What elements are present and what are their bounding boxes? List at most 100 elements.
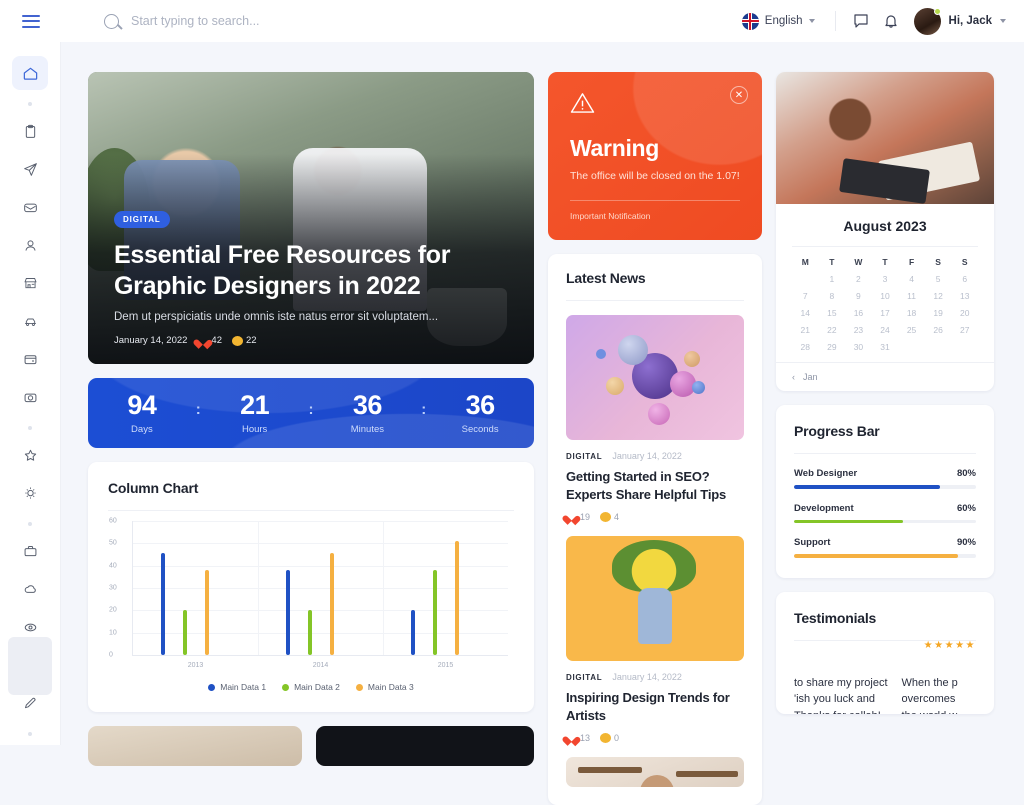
sidebar-item-cloud[interactable] (12, 572, 48, 606)
chart-legend-item[interactable]: Main Data 3 (355, 682, 414, 692)
calendar-day[interactable]: 6 (951, 274, 978, 284)
list-item[interactable]: DIGITAL January 14, 2022 Inspiring Desig… (566, 536, 744, 743)
calendar-day[interactable]: 1 (819, 274, 846, 284)
calendar-day[interactable]: 12 (925, 291, 952, 301)
sidebar-item-user[interactable] (12, 228, 48, 262)
comment-count: 4 (614, 511, 620, 522)
sidebar-item-wallet[interactable] (12, 342, 48, 376)
user-menu[interactable]: Hi, Jack (913, 7, 1006, 35)
chart-legend-item[interactable]: Main Data 1 (208, 682, 266, 692)
calendar-body: August 2023 M T W T F S S 1 2 3 4 5 6 7 8 9 10 11 12 13 14 15… (776, 204, 994, 391)
testimonials-carousel[interactable]: to share my project 'ish you luck and Th… (794, 675, 976, 714)
news-title: Getting Started in SEO? Experts Share He… (566, 469, 726, 502)
bell-icon[interactable] (876, 6, 906, 36)
comment-counter[interactable]: 22 (232, 335, 257, 346)
sidebar-item-send[interactable] (12, 152, 48, 186)
progress-bar-row: Development 60% (794, 503, 976, 523)
news-category: DIGITAL (566, 451, 603, 461)
like-counter[interactable]: 13 (566, 732, 590, 743)
comment-counter[interactable]: 0 (600, 732, 619, 743)
calendar-day[interactable]: 11 (898, 291, 925, 301)
progress-bar-fill (794, 554, 958, 558)
calendar-day[interactable]: 16 (845, 308, 872, 318)
calendar-day[interactable]: 3 (872, 274, 899, 284)
calendar-day[interactable]: 10 (872, 291, 899, 301)
list-item[interactable]: DIGITAL January 14, 2022 Getting Started… (566, 315, 744, 522)
close-icon[interactable]: ✕ (730, 86, 748, 104)
calendar-day[interactable]: 7 (792, 291, 819, 301)
calendar-prev-month[interactable]: ‹ Jan (776, 362, 994, 391)
chart-bar (204, 570, 209, 655)
sidebar-item-car[interactable] (12, 304, 48, 338)
calendar-day[interactable]: 2 (845, 274, 872, 284)
calendar-day[interactable]: 14 (792, 308, 819, 318)
chart-y-tick: 20 (109, 606, 117, 614)
language-selector[interactable]: English (732, 12, 825, 30)
sidebar-scrollbar[interactable] (8, 637, 52, 695)
latest-news-title: Latest News (566, 270, 646, 286)
calendar-day[interactable]: 13 (951, 291, 978, 301)
progress-bar-row: Support 90% (794, 537, 976, 558)
calendar-day[interactable]: 23 (845, 325, 872, 335)
countdown-days: 94 Days (111, 391, 173, 435)
calendar-day[interactable]: 20 (951, 308, 978, 318)
calendar-day[interactable]: 21 (792, 325, 819, 335)
rating-stars: ★★★★★ (923, 639, 976, 651)
chart-legend-item[interactable]: Main Data 2 (282, 682, 340, 692)
calendar-day[interactable]: 5 (925, 274, 952, 284)
bottom-card-right[interactable] (316, 726, 534, 766)
legend-label: Main Data 1 (220, 682, 267, 692)
featured-article-card[interactable]: DIGITAL Essential Free Resources for Gra… (88, 72, 534, 364)
calendar-day[interactable]: 19 (925, 308, 952, 318)
sidebar-item-camera[interactable] (12, 380, 48, 414)
comment-counter[interactable]: 4 (600, 511, 620, 522)
progress-bar-label: Web Designer (794, 468, 858, 479)
column-chart-card: Column Chart 60 50 40 30 20 10 0 2013 2014 2015 M… (88, 462, 534, 712)
heart-icon (197, 335, 208, 346)
list-item[interactable] (566, 757, 744, 788)
sidebar-item-star[interactable] (12, 438, 48, 472)
progress-bar-list: Web Designer 80% Development 60% Support 90% (794, 468, 976, 558)
calendar-day[interactable]: 9 (845, 291, 872, 301)
progress-bar-row: Web Designer 80% (794, 468, 976, 489)
chart-bar (160, 553, 165, 655)
sidebar-divider-dot (28, 426, 32, 430)
progress-bar-value: 80% (956, 468, 976, 479)
calendar-day[interactable]: 18 (898, 308, 925, 318)
calendar-day[interactable]: 31 (872, 342, 899, 352)
like-counter[interactable]: 42 (197, 335, 222, 346)
global-search (104, 13, 732, 29)
calendar-day[interactable]: 28 (792, 342, 819, 352)
calendar-day[interactable]: 15 (819, 308, 846, 318)
calendar-day[interactable]: 26 (925, 325, 952, 335)
middle-column: ✕ Warning The office will be closed on t… (548, 72, 762, 805)
calendar-weekday: M (801, 257, 809, 267)
chart-gridline (133, 565, 508, 567)
like-counter[interactable]: 19 (566, 511, 590, 522)
sidebar-item-shop[interactable] (12, 266, 48, 300)
calendar-day[interactable]: 30 (845, 342, 872, 352)
calendar-blank (792, 274, 819, 284)
calendar-grid: M T W T F S S 1 2 3 4 5 6 7 8 9 10 11 12 13 14 15 16 17 18 19 20 21… (792, 257, 978, 352)
sidebar-item-bulb[interactable] (12, 476, 48, 510)
calendar-day[interactable]: 17 (872, 308, 899, 318)
countdown-hours: 21 Hours (224, 391, 286, 435)
calendar-day[interactable]: 27 (951, 325, 978, 335)
calendar-day[interactable]: 25 (898, 325, 925, 335)
calendar-day[interactable]: 22 (819, 325, 846, 335)
chart-y-tick: 10 (109, 629, 117, 637)
latest-news-card: Latest News DIGITAL January 14, 2022 Get… (548, 254, 762, 805)
sidebar-item-clipboard[interactable] (12, 114, 48, 148)
bottom-card-left[interactable] (88, 726, 302, 766)
sidebar-item-briefcase[interactable] (12, 534, 48, 568)
avatar (913, 7, 941, 35)
chat-bubble-icon[interactable] (846, 6, 876, 36)
sidebar-item-mail[interactable] (12, 190, 48, 224)
calendar-day[interactable]: 8 (819, 291, 846, 301)
search-input[interactable] (131, 14, 431, 28)
hamburger-icon[interactable] (22, 14, 40, 28)
calendar-day[interactable]: 4 (898, 274, 925, 284)
calendar-day[interactable]: 24 (872, 325, 899, 335)
sidebar-item-home[interactable] (12, 56, 48, 90)
calendar-day[interactable]: 29 (819, 342, 846, 352)
